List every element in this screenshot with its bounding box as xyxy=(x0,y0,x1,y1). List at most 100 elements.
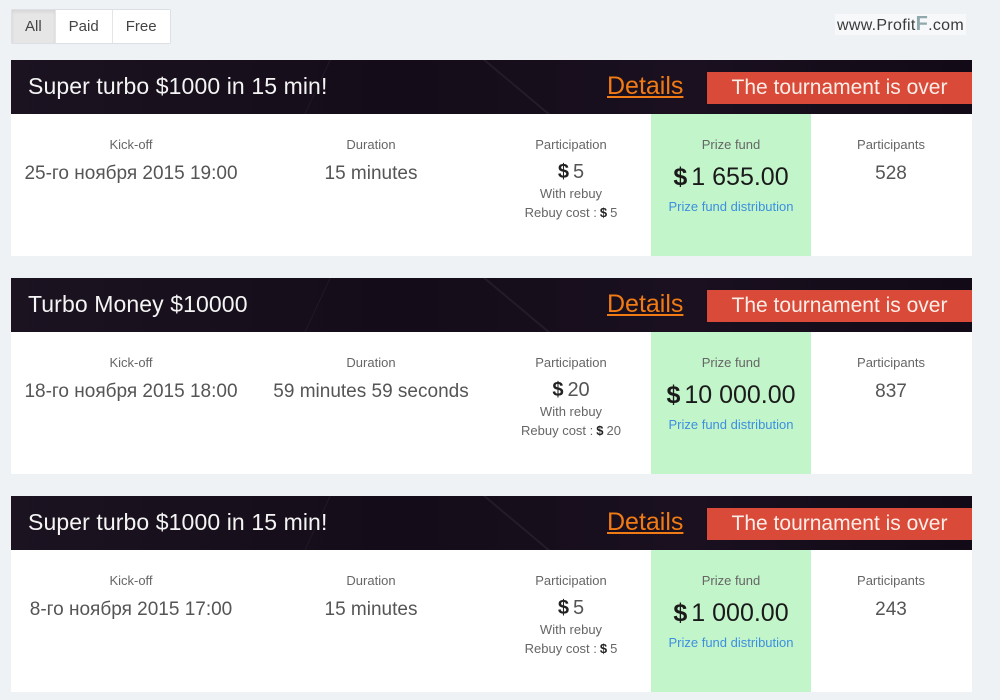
duration-column: Duration 59 minutes 59 seconds xyxy=(251,332,491,474)
rebuy-cost-label: Rebuy cost : xyxy=(524,641,597,656)
prize-fund-amount: $1 655.00 xyxy=(651,162,811,192)
participation-column: Participation $5 With rebuy Rebuy cost :… xyxy=(491,550,651,692)
tab-free[interactable]: Free xyxy=(112,10,170,43)
status-badge: The tournament is over xyxy=(707,508,972,540)
prize-fund-label: Prize fund xyxy=(701,355,761,370)
watermark-suffix: .com xyxy=(928,17,964,34)
prize-fund-column: Prize fund $10 000.00 Prize fund distrib… xyxy=(651,332,811,474)
prize-fund-value: 1 000.00 xyxy=(691,599,789,627)
dollar-icon: $ xyxy=(599,205,608,220)
watermark: www.ProfitF.com xyxy=(835,14,966,35)
duration-label: Duration xyxy=(346,137,396,152)
tournament-title: Super turbo $1000 in 15 min! xyxy=(28,73,328,99)
dollar-icon: $ xyxy=(673,599,688,627)
rebuy-cost-label: Rebuy cost : xyxy=(521,423,594,438)
duration-column: Duration 15 minutes xyxy=(251,550,491,692)
dollar-icon: $ xyxy=(552,379,564,401)
duration-column: Duration 15 minutes xyxy=(251,114,491,256)
duration-value: 15 minutes xyxy=(324,599,418,620)
tournament-card: Turbo Money $10000 Details The tournamen… xyxy=(11,278,972,474)
participants-value: 528 xyxy=(875,163,907,184)
kickoff-label: Kick-off xyxy=(109,355,153,370)
kickoff-label: Kick-off xyxy=(109,573,153,588)
status-badge: The tournament is over xyxy=(707,72,972,104)
prize-fund-label: Prize fund xyxy=(701,137,761,152)
participation-column: Participation $5 With rebuy Rebuy cost :… xyxy=(491,114,651,256)
participants-value: 243 xyxy=(875,599,907,620)
participation-label: Participation xyxy=(535,573,607,588)
participation-column: Participation $20 With rebuy Rebuy cost … xyxy=(491,332,651,474)
card-body: Kick-off 8-го ноября 2015 17:00 Duration… xyxy=(11,550,972,692)
tab-all[interactable]: All xyxy=(12,10,56,43)
participation-fee: $5 xyxy=(491,596,651,620)
participation-fee: $5 xyxy=(491,160,651,184)
card-body: Kick-off 18-го ноября 2015 18:00 Duratio… xyxy=(11,332,972,474)
kickoff-value: 8-го ноября 2015 17:00 xyxy=(29,599,233,620)
dollar-icon: $ xyxy=(557,161,569,183)
kickoff-value: 18-го ноября 2015 18:00 xyxy=(24,381,238,402)
rebuy-cost-value: 20 xyxy=(606,423,621,438)
dollar-icon: $ xyxy=(666,381,681,409)
card-header: Super turbo $1000 in 15 min! Details The… xyxy=(11,60,972,114)
dollar-icon: $ xyxy=(673,163,688,191)
participation-value: 20 xyxy=(567,379,590,401)
prize-fund-column: Prize fund $1 655.00 Prize fund distribu… xyxy=(651,114,811,256)
rebuy-cost-value: 5 xyxy=(610,205,618,220)
participants-column: Participants 837 xyxy=(811,332,971,474)
kickoff-column: Kick-off 25-го ноября 2015 19:00 xyxy=(11,114,251,256)
prize-distribution-link[interactable]: Prize fund distribution xyxy=(651,635,811,650)
tab-paid[interactable]: Paid xyxy=(55,10,113,43)
kickoff-column: Kick-off 8-го ноября 2015 17:00 xyxy=(11,550,251,692)
with-rebuy-label: With rebuy xyxy=(539,186,603,201)
participants-column: Participants 528 xyxy=(811,114,971,256)
details-link[interactable]: Details xyxy=(607,72,683,101)
with-rebuy-label: With rebuy xyxy=(539,404,603,419)
kickoff-column: Kick-off 18-го ноября 2015 18:00 xyxy=(11,332,251,474)
kickoff-label: Kick-off xyxy=(109,137,153,152)
participants-value: 837 xyxy=(875,381,907,402)
filter-tabs: All Paid Free xyxy=(11,9,171,44)
tournament-title: Turbo Money $10000 xyxy=(28,291,248,317)
participants-column: Participants 243 xyxy=(811,550,971,692)
rebuy-cost: Rebuy cost : $5 xyxy=(491,203,651,222)
prize-fund-amount: $1 000.00 xyxy=(651,598,811,628)
card-body: Kick-off 25-го ноября 2015 19:00 Duratio… xyxy=(11,114,972,256)
card-header: Super turbo $1000 in 15 min! Details The… xyxy=(11,496,972,550)
watermark-highlight: F xyxy=(915,13,929,35)
participants-label: Participants xyxy=(857,137,925,152)
dollar-icon: $ xyxy=(557,597,569,619)
duration-label: Duration xyxy=(346,573,396,588)
participation-value: 5 xyxy=(573,597,585,619)
tournament-title: Super turbo $1000 in 15 min! xyxy=(28,509,328,535)
card-header: Turbo Money $10000 Details The tournamen… xyxy=(11,278,972,332)
dollar-icon: $ xyxy=(596,423,604,438)
duration-value: 15 minutes xyxy=(324,163,418,184)
prize-fund-column: Prize fund $1 000.00 Prize fund distribu… xyxy=(651,550,811,692)
prize-fund-amount: $10 000.00 xyxy=(651,380,811,410)
rebuy-cost: Rebuy cost : $20 xyxy=(491,421,651,440)
prize-fund-value: 10 000.00 xyxy=(684,381,796,409)
details-link[interactable]: Details xyxy=(607,290,683,319)
participation-value: 5 xyxy=(573,161,585,183)
with-rebuy-label: With rebuy xyxy=(539,622,603,637)
duration-label: Duration xyxy=(346,355,396,370)
duration-value: 59 minutes 59 seconds xyxy=(273,381,469,402)
tournament-card: Super turbo $1000 in 15 min! Details The… xyxy=(11,496,972,692)
prize-distribution-link[interactable]: Prize fund distribution xyxy=(651,417,811,432)
details-link[interactable]: Details xyxy=(607,508,683,537)
rebuy-cost: Rebuy cost : $5 xyxy=(491,639,651,658)
kickoff-value: 25-го ноября 2015 19:00 xyxy=(24,163,238,184)
watermark-prefix: www.Profit xyxy=(837,17,916,34)
tournament-card: Super turbo $1000 in 15 min! Details The… xyxy=(11,60,972,256)
prize-distribution-link[interactable]: Prize fund distribution xyxy=(651,199,811,214)
status-badge: The tournament is over xyxy=(707,290,972,322)
participation-fee: $20 xyxy=(491,378,651,402)
dollar-icon: $ xyxy=(599,641,608,656)
prize-fund-label: Prize fund xyxy=(701,573,761,588)
participation-label: Participation xyxy=(535,137,607,152)
participants-label: Participants xyxy=(857,573,925,588)
participants-label: Participants xyxy=(857,355,925,370)
rebuy-cost-value: 5 xyxy=(610,641,618,656)
rebuy-cost-label: Rebuy cost : xyxy=(524,205,597,220)
prize-fund-value: 1 655.00 xyxy=(691,163,789,191)
